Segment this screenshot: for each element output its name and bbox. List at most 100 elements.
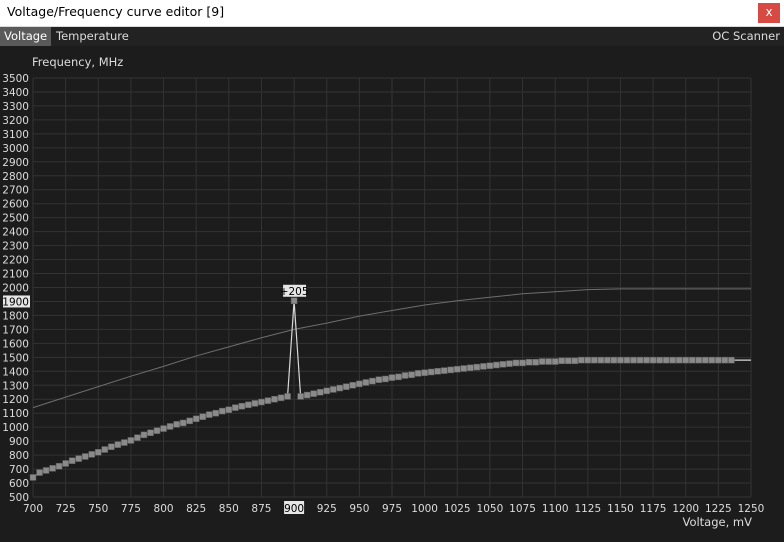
vf-curve-point[interactable] <box>675 356 683 364</box>
vf-curve-point[interactable] <box>604 356 611 364</box>
oc-scanner-button[interactable]: OC Scanner <box>712 27 780 46</box>
vf-curve-point[interactable] <box>564 357 572 365</box>
vf-curve-point[interactable] <box>114 441 122 448</box>
vf-curve-point[interactable] <box>630 356 637 364</box>
vf-curve-point[interactable] <box>695 356 703 364</box>
vf-curve-chart[interactable]: 500 600 700 800 900 1000 1100 1200 1300 1400 1500 1… <box>0 46 784 538</box>
vf-curve-point[interactable] <box>290 297 298 305</box>
vf-curve-point[interactable] <box>512 359 520 367</box>
vf-curve-point[interactable] <box>55 463 63 470</box>
vf-curve-point[interactable] <box>271 395 278 403</box>
vf-curve-point[interactable] <box>186 417 193 425</box>
vf-curve-point[interactable] <box>49 465 56 472</box>
tab-voltage[interactable]: Voltage <box>0 27 52 46</box>
vf-curve-point[interactable] <box>68 457 76 464</box>
vf-curve-point[interactable] <box>303 391 311 399</box>
vf-curve-point[interactable] <box>728 356 735 364</box>
vf-curve-point[interactable] <box>440 367 448 374</box>
vf-curve-point[interactable] <box>192 415 200 423</box>
vf-curve-point[interactable] <box>349 382 357 389</box>
vf-curve-point[interactable] <box>75 455 82 462</box>
vf-curve-point[interactable] <box>166 423 174 430</box>
vf-curve-point[interactable] <box>121 439 128 446</box>
vf-curve-point[interactable] <box>88 451 95 458</box>
vf-curve-point[interactable] <box>414 370 422 377</box>
vf-curve-point[interactable] <box>584 356 592 364</box>
vf-curve-point[interactable] <box>284 393 291 400</box>
vf-curve-point[interactable] <box>36 469 43 476</box>
vf-curve-point[interactable] <box>473 363 481 371</box>
vf-curve-point[interactable] <box>160 425 167 432</box>
vf-curve-point[interactable] <box>62 460 69 467</box>
vf-curve-point[interactable] <box>205 411 213 418</box>
vf-curve-point[interactable] <box>460 365 468 372</box>
vf-curve-point[interactable] <box>486 362 494 369</box>
vf-curve-point[interactable] <box>480 363 487 370</box>
vf-curve-point[interactable] <box>219 407 226 415</box>
vf-curve-point[interactable] <box>369 377 376 385</box>
vf-curve-point[interactable] <box>134 434 141 441</box>
vf-curve-point[interactable] <box>29 474 37 481</box>
vf-curve-point[interactable] <box>545 358 552 365</box>
vf-curve-point[interactable] <box>356 380 363 388</box>
vf-curve-point[interactable] <box>401 372 409 379</box>
vf-curve-point[interactable] <box>721 356 729 364</box>
vf-curve-point[interactable] <box>277 394 285 402</box>
vf-curve-point[interactable] <box>375 376 383 383</box>
vf-curve-point[interactable] <box>212 409 220 417</box>
vf-curve-point[interactable] <box>434 368 441 375</box>
vf-curve-point[interactable] <box>591 356 598 364</box>
vf-curve-point[interactable] <box>108 443 115 450</box>
vf-curve-point[interactable] <box>636 356 644 364</box>
vf-curve-point[interactable] <box>702 356 709 364</box>
chart-svg[interactable]: 5006007008009001000110012001300140015001… <box>0 46 784 538</box>
vf-curve-point[interactable] <box>643 356 650 364</box>
vf-curve-point[interactable] <box>316 389 324 396</box>
vf-curve-point[interactable] <box>656 356 663 364</box>
close-button[interactable]: x <box>758 3 780 23</box>
vf-curve-point[interactable] <box>101 446 109 453</box>
vf-curve-point[interactable] <box>362 379 370 386</box>
vf-curve-point[interactable] <box>323 387 330 395</box>
vf-curve-point[interactable] <box>127 437 135 444</box>
vf-curve-point[interactable] <box>610 356 618 364</box>
vf-curve-point[interactable] <box>42 467 50 474</box>
vf-curve-point[interactable] <box>558 357 565 365</box>
vf-curve-point[interactable] <box>382 375 389 383</box>
vf-curve-point[interactable] <box>493 361 500 369</box>
vf-curve-point[interactable] <box>532 358 539 366</box>
vf-curve-point[interactable] <box>297 393 304 400</box>
vf-curve-point[interactable] <box>238 402 246 410</box>
vf-curve-point[interactable] <box>395 373 402 381</box>
vf-curve-point[interactable] <box>519 359 526 367</box>
vf-curve-point[interactable] <box>421 369 428 376</box>
vf-curve-point[interactable] <box>538 358 546 365</box>
vf-curve-point[interactable] <box>447 366 454 374</box>
vf-curve-point[interactable] <box>571 357 579 365</box>
vf-curve-point[interactable] <box>310 390 317 397</box>
vf-curve-point[interactable] <box>245 401 252 409</box>
vf-curve-point[interactable] <box>147 429 154 437</box>
vf-curve-point[interactable] <box>173 421 180 428</box>
vf-curve-point[interactable] <box>506 360 513 367</box>
vf-curve-point[interactable] <box>264 397 272 404</box>
vf-curve-point[interactable] <box>225 406 233 413</box>
tab-temperature[interactable]: Temperature <box>52 27 133 46</box>
vf-curve-point[interactable] <box>578 356 585 364</box>
vf-curve-point[interactable] <box>551 358 559 365</box>
vf-curve-point[interactable] <box>454 365 461 373</box>
vf-curve-point[interactable] <box>95 449 102 456</box>
vf-curve-point[interactable] <box>708 356 716 364</box>
vf-curve-point[interactable] <box>179 419 187 427</box>
vf-curve-point[interactable] <box>662 356 670 364</box>
vf-curve-point[interactable] <box>232 404 239 411</box>
vf-curve-point[interactable] <box>623 356 631 364</box>
vf-curve-point[interactable] <box>199 413 206 420</box>
vf-curve-point[interactable] <box>330 386 337 393</box>
vf-curve-point[interactable] <box>388 374 396 381</box>
vf-curve-point[interactable] <box>669 356 676 364</box>
vf-curve-point[interactable] <box>715 356 722 364</box>
vf-curve-point[interactable] <box>343 383 350 390</box>
vf-curve-point[interactable] <box>499 361 507 368</box>
vf-curve-point[interactable] <box>153 427 161 434</box>
